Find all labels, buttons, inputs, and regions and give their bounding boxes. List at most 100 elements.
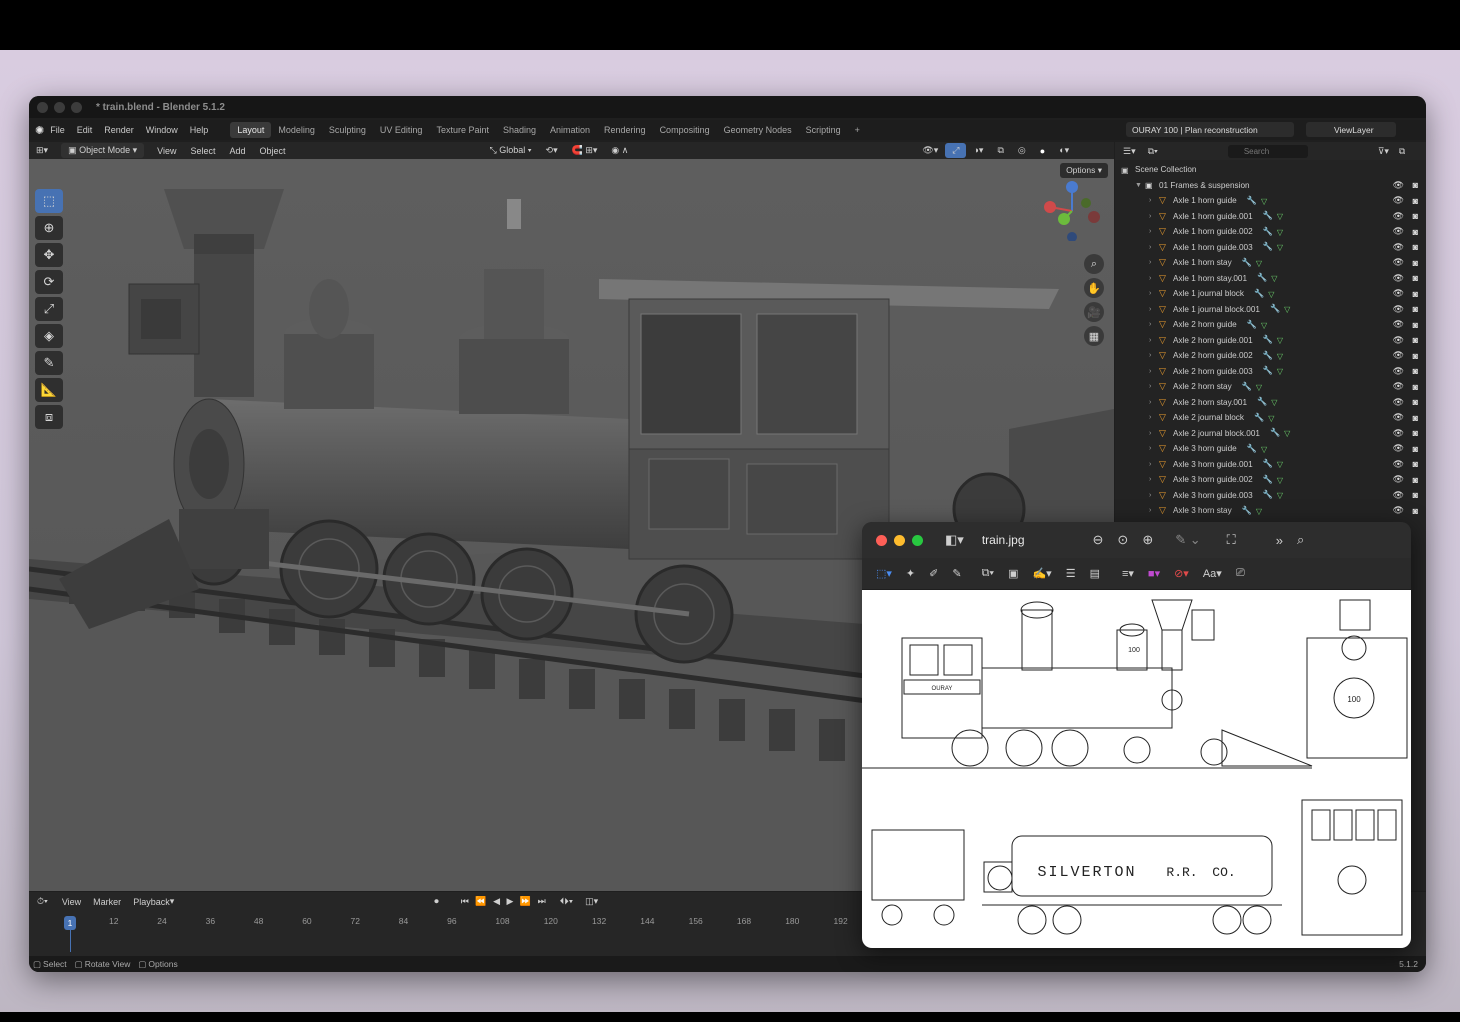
modifier-wrench-icon[interactable]: 🔧 — [1242, 258, 1252, 268]
outliner-item[interactable]: › ▽ Axle 1 horn guide 🔧 ▽ 👁 ◙ — [1115, 193, 1426, 209]
render-camera-icon[interactable]: ◙ — [1413, 506, 1418, 516]
outliner-item[interactable]: › ▽ Axle 3 horn guide.001 🔧 ▽ 👁 ◙ — [1115, 457, 1426, 473]
expand-arrow-icon[interactable]: › — [1149, 337, 1159, 344]
pan-hand-icon[interactable]: ✋ — [1084, 278, 1104, 298]
expand-arrow-icon[interactable]: ▼ — [1135, 182, 1145, 189]
menu-view[interactable]: View — [150, 144, 183, 158]
expand-arrow-icon[interactable]: › — [1149, 492, 1159, 499]
modifier-wrench-icon[interactable]: 🔧 — [1263, 475, 1273, 485]
outliner-item[interactable]: › ▽ Axle 1 journal block 🔧 ▽ 👁 ◙ — [1115, 286, 1426, 302]
ortho-grid-icon[interactable]: ▦ — [1084, 326, 1104, 346]
filter-view-icon[interactable]: ⧉▾ — [1148, 146, 1158, 157]
outliner-item[interactable]: › ▽ Axle 2 horn stay 🔧 ▽ 👁 ◙ — [1115, 379, 1426, 395]
render-camera-icon[interactable]: ◙ — [1413, 490, 1418, 500]
shading-wireframe-icon[interactable]: ◎ — [1011, 143, 1033, 158]
eye-icon[interactable]: 👁 — [1393, 397, 1404, 408]
outliner-item[interactable]: › ▽ Axle 2 horn stay.001 🔧 ▽ 👁 ◙ — [1115, 395, 1426, 411]
add-cube-tool[interactable]: ⧈ — [35, 405, 63, 429]
modifier-wrench-icon[interactable]: 🔧 — [1263, 211, 1273, 221]
mesh-data-icon[interactable]: ▽ — [1268, 289, 1274, 299]
mesh-data-icon[interactable]: ▽ — [1277, 490, 1283, 500]
border-color-icon[interactable]: ■▾ — [1148, 567, 1160, 580]
add-workspace-button[interactable]: + — [848, 122, 867, 138]
display-mode-icon[interactable]: ☰▾ — [1123, 146, 1136, 157]
eye-icon[interactable]: 👁 — [1393, 490, 1404, 501]
modifier-wrench-icon[interactable]: 🔧 — [1263, 227, 1273, 237]
outliner-item[interactable]: › ▽ Axle 2 journal block.001 🔧 ▽ 👁 ◙ — [1115, 426, 1426, 442]
render-camera-icon[interactable]: ◙ — [1413, 366, 1418, 376]
mesh-data-icon[interactable]: ▽ — [1284, 428, 1290, 438]
outliner-item[interactable]: › ▽ Axle 2 horn guide.001 🔧 ▽ 👁 ◙ — [1115, 333, 1426, 349]
timeline-menu-playback[interactable]: Playback — [133, 897, 170, 907]
eye-icon[interactable]: 👁 — [1393, 381, 1404, 392]
scene-selector[interactable]: OURAY 100 | Plan reconstruction — [1126, 122, 1294, 137]
modifier-wrench-icon[interactable]: 🔧 — [1270, 428, 1280, 438]
zoom-in-icon[interactable]: ⊕ — [1142, 532, 1153, 548]
modifier-wrench-icon[interactable]: 🔧 — [1263, 490, 1273, 500]
expand-arrow-icon[interactable]: › — [1149, 383, 1159, 390]
eye-icon[interactable]: 👁 — [1393, 288, 1404, 299]
outliner-item[interactable]: › ▽ Axle 1 horn guide.003 🔧 ▽ 👁 ◙ — [1115, 240, 1426, 256]
eye-icon[interactable]: 👁 — [1393, 412, 1404, 423]
expand-arrow-icon[interactable]: › — [1149, 368, 1159, 375]
mesh-data-icon[interactable]: ▽ — [1271, 397, 1277, 407]
close-traffic-light[interactable] — [876, 534, 887, 546]
tab-shading[interactable]: Shading — [496, 122, 543, 138]
render-camera-icon[interactable]: ◙ — [1413, 211, 1418, 221]
outliner-item[interactable]: › ▽ Axle 2 horn guide 🔧 ▽ 👁 ◙ — [1115, 317, 1426, 333]
mesh-data-icon[interactable]: ▽ — [1277, 242, 1283, 252]
zoom-out-icon[interactable]: ⊖ — [1093, 532, 1104, 548]
options-dropdown[interactable]: Options ▾ — [1060, 163, 1108, 178]
eye-icon[interactable]: 👁 — [1393, 366, 1404, 377]
outliner-item[interactable]: › ▽ Axle 1 horn stay 🔧 ▽ 👁 ◙ — [1115, 255, 1426, 271]
mesh-data-icon[interactable]: ▽ — [1256, 506, 1262, 516]
mesh-data-icon[interactable]: ▽ — [1271, 273, 1277, 283]
sign-icon[interactable]: ✍▾ — [1032, 567, 1051, 580]
render-camera-icon[interactable]: ◙ — [1413, 289, 1418, 299]
expand-arrow-icon[interactable]: › — [1149, 461, 1159, 468]
expand-arrow-icon[interactable]: › — [1149, 197, 1159, 204]
menu-help[interactable]: Help — [184, 125, 215, 135]
eye-icon[interactable]: 👁 — [1393, 428, 1404, 439]
render-camera-icon[interactable]: ◙ — [1413, 273, 1418, 283]
outliner-item[interactable]: › ▽ Axle 3 horn guide.003 🔧 ▽ 👁 ◙ — [1115, 488, 1426, 504]
keying-icon[interactable]: ◫▾ — [585, 896, 598, 907]
render-camera-icon[interactable]: ◙ — [1413, 459, 1418, 469]
tab-animation[interactable]: Animation — [543, 122, 597, 138]
outliner-item[interactable]: › ▽ Axle 1 horn guide.002 🔧 ▽ 👁 ◙ — [1115, 224, 1426, 240]
text-style-icon[interactable]: Aa▾ — [1203, 567, 1222, 580]
blender-logo-icon[interactable]: ✺ — [35, 124, 44, 137]
eye-icon[interactable]: 👁 — [1393, 505, 1404, 516]
mesh-data-icon[interactable]: ▽ — [1277, 366, 1283, 376]
eye-icon[interactable]: 👁 — [1393, 443, 1404, 454]
expand-arrow-icon[interactable]: › — [1149, 306, 1159, 313]
scene-collection-row[interactable]: ▣ Scene Collection — [1115, 162, 1426, 178]
outliner-item[interactable]: › ▽ Axle 1 horn guide.001 🔧 ▽ 👁 ◙ — [1115, 209, 1426, 225]
tab-scripting[interactable]: Scripting — [799, 122, 848, 138]
zoom-icon[interactable]: ⌕ — [1084, 254, 1104, 274]
eye-icon[interactable]: 👁 — [1393, 335, 1404, 346]
outliner-item[interactable]: › ▽ Axle 3 horn stay 🔧 ▽ 👁 ◙ — [1115, 503, 1426, 519]
transform-orientation-dropdown[interactable]: ⤡ Global ▾ — [483, 143, 539, 158]
draw-icon[interactable]: ✎ — [952, 567, 961, 580]
expand-arrow-icon[interactable]: › — [1149, 275, 1159, 282]
new-collection-icon[interactable]: ⧉ — [1399, 146, 1405, 157]
modifier-wrench-icon[interactable]: 🔧 — [1242, 506, 1252, 516]
render-camera-icon[interactable]: ◙ — [1413, 397, 1418, 407]
move-tool[interactable]: ✥ — [35, 243, 63, 267]
modifier-wrench-icon[interactable]: 🔧 — [1254, 289, 1264, 299]
tab-sculpting[interactable]: Sculpting — [322, 122, 373, 138]
outliner-item[interactable]: › ▽ Axle 3 horn guide 🔧 ▽ 👁 ◙ — [1115, 441, 1426, 457]
modifier-wrench-icon[interactable]: 🔧 — [1263, 335, 1273, 345]
select-box-tool[interactable]: ⬚ — [35, 189, 63, 213]
render-camera-icon[interactable]: ◙ — [1413, 258, 1418, 268]
eye-icon[interactable]: 👁 — [1393, 459, 1404, 470]
modifier-wrench-icon[interactable]: 🔧 — [1257, 397, 1267, 407]
crop-icon[interactable]: ⛶ — [1227, 532, 1236, 548]
zoom-fit-icon[interactable]: ⊙ — [1117, 532, 1128, 548]
rotate-tool[interactable]: ⟳ — [35, 270, 63, 294]
eye-icon[interactable]: 👁 — [1393, 474, 1404, 485]
render-camera-icon[interactable]: ◙ — [1413, 351, 1418, 361]
xray-icon[interactable]: ⧉ — [990, 143, 1010, 158]
modifier-wrench-icon[interactable]: 🔧 — [1247, 444, 1257, 454]
